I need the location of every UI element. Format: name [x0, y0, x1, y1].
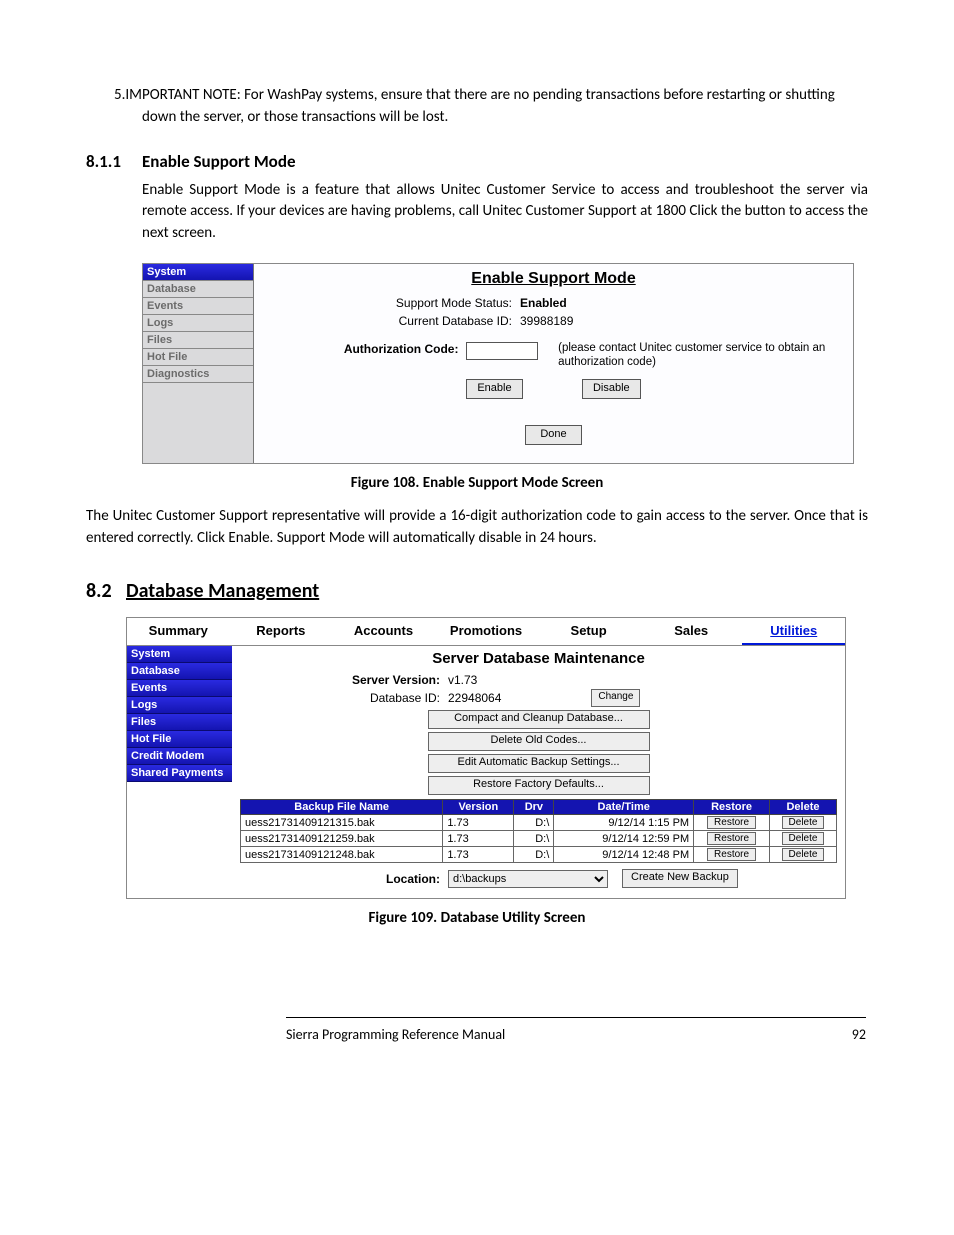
- delete-button[interactable]: Delete: [782, 816, 825, 829]
- cell-filename: uess21731409121248.bak: [241, 847, 443, 863]
- cell-version: 1.73: [443, 847, 514, 863]
- cell-drv: D:\: [514, 847, 554, 863]
- change-button[interactable]: Change: [591, 689, 640, 707]
- col-filename: Backup File Name: [241, 800, 443, 815]
- figure-109-caption: Figure 109. Database Utility Screen: [86, 909, 868, 927]
- database-id-label: Database ID:: [240, 691, 448, 705]
- delete-button[interactable]: Delete: [782, 832, 825, 845]
- tab-sales[interactable]: Sales: [640, 618, 743, 645]
- auth-code-input[interactable]: [466, 342, 538, 360]
- sidebar-item-diagnostics[interactable]: Diagnostics: [143, 366, 253, 383]
- location-select[interactable]: d:\backups: [448, 870, 608, 888]
- fig108-main: Enable Support Mode Support Mode Status:…: [254, 264, 853, 463]
- button-row: Enable Disable: [264, 379, 843, 399]
- location-row: Location: d:\backups Create New Backup: [240, 869, 837, 888]
- server-version-label: Server Version:: [240, 673, 448, 687]
- sidebar-item-system[interactable]: System: [143, 264, 253, 281]
- sidebar-item-logs[interactable]: Logs: [143, 315, 253, 332]
- tab-promotions[interactable]: Promotions: [435, 618, 538, 645]
- compact-button[interactable]: Compact and Cleanup Database...: [428, 710, 650, 729]
- sidebar-item-creditmodem[interactable]: Credit Modem: [127, 748, 232, 765]
- cell-datetime: 9/12/14 12:59 PM: [554, 831, 694, 847]
- sidebar-item-files[interactable]: Files: [143, 332, 253, 349]
- figure-109-screen: Summary Reports Accounts Promotions Setu…: [126, 617, 846, 899]
- restore-button[interactable]: Restore: [707, 816, 756, 829]
- col-version: Version: [443, 800, 514, 815]
- col-restore: Restore: [694, 800, 770, 815]
- col-delete: Delete: [769, 800, 836, 815]
- paragraph-after-108: The Unitec Customer Support representati…: [86, 506, 868, 550]
- footer-page: 92: [852, 1026, 866, 1043]
- page-footer: Sierra Programming Reference Manual 92: [286, 1017, 866, 1043]
- sidebar-item-system[interactable]: System: [127, 646, 232, 663]
- table-row: uess21731409121259.bak 1.73 D:\ 9/12/14 …: [241, 831, 837, 847]
- fig108-title: Enable Support Mode: [264, 270, 843, 288]
- restore-button[interactable]: Restore: [707, 832, 756, 845]
- sidebar-item-database[interactable]: Database: [127, 663, 232, 680]
- col-drv: Drv: [514, 800, 554, 815]
- fig108-sidebar: System Database Events Logs Files Hot Fi…: [143, 264, 254, 463]
- sidebar-item-events[interactable]: Events: [143, 298, 253, 315]
- fig109-title: Server Database Maintenance: [240, 650, 837, 667]
- tab-summary[interactable]: Summary: [127, 618, 230, 645]
- list-text: IMPORTANT NOTE: For WashPay systems, ens…: [125, 86, 834, 126]
- cell-drv: D:\: [514, 815, 554, 831]
- cell-version: 1.73: [443, 831, 514, 847]
- paragraph-811: Enable Support Mode is a feature that al…: [142, 180, 868, 245]
- cell-filename: uess21731409121315.bak: [241, 815, 443, 831]
- create-backup-button[interactable]: Create New Backup: [622, 869, 738, 888]
- enable-button[interactable]: Enable: [466, 379, 522, 399]
- table-row: uess21731409121315.bak 1.73 D:\ 9/12/14 …: [241, 815, 837, 831]
- backup-settings-button[interactable]: Edit Automatic Backup Settings...: [428, 754, 650, 773]
- cell-datetime: 9/12/14 12:48 PM: [554, 847, 694, 863]
- table-row: uess21731409121248.bak 1.73 D:\ 9/12/14 …: [241, 847, 837, 863]
- tab-reports[interactable]: Reports: [230, 618, 333, 645]
- backup-table: Backup File Name Version Drv Date/Time R…: [240, 799, 837, 863]
- tab-setup[interactable]: Setup: [537, 618, 640, 645]
- cell-version: 1.73: [443, 815, 514, 831]
- figure-108-caption: Figure 108. Enable Support Mode Screen: [86, 474, 868, 492]
- delete-button[interactable]: Delete: [782, 848, 825, 861]
- cell-drv: D:\: [514, 831, 554, 847]
- auth-note: (please contact Unitec customer service …: [558, 342, 843, 370]
- cell-filename: uess21731409121259.bak: [241, 831, 443, 847]
- fig109-tabs: Summary Reports Accounts Promotions Setu…: [127, 618, 845, 646]
- sidebar-item-database[interactable]: Database: [143, 281, 253, 298]
- db-label: Current Database ID:: [264, 314, 520, 328]
- database-id-value: 22948064: [448, 691, 501, 705]
- auth-label: Authorization Code:: [264, 342, 466, 356]
- status-label: Support Mode Status:: [264, 296, 520, 310]
- heading-82: 8.2Database Management: [86, 579, 868, 603]
- tab-accounts[interactable]: Accounts: [332, 618, 435, 645]
- cell-datetime: 9/12/14 1:15 PM: [554, 815, 694, 831]
- tab-utilities[interactable]: Utilities: [742, 618, 845, 645]
- heading-811: 8.1.1Enable Support Mode: [86, 151, 868, 172]
- restore-button[interactable]: Restore: [707, 848, 756, 861]
- delete-codes-button[interactable]: Delete Old Codes...: [428, 732, 650, 751]
- list-number: 5.: [114, 86, 125, 104]
- sidebar-item-events[interactable]: Events: [127, 680, 232, 697]
- location-label: Location:: [240, 872, 448, 886]
- restore-defaults-button[interactable]: Restore Factory Defaults...: [428, 776, 650, 795]
- fig109-main: Server Database Maintenance Server Versi…: [232, 646, 845, 898]
- heading-82-title: Database Management: [126, 579, 319, 603]
- fig109-sidebar: System Database Events Logs Files Hot Fi…: [127, 646, 232, 898]
- col-datetime: Date/Time: [554, 800, 694, 815]
- server-version-value: v1.73: [448, 673, 477, 687]
- heading-title: Enable Support Mode: [142, 151, 296, 172]
- disable-button[interactable]: Disable: [582, 379, 641, 399]
- sidebar-item-logs[interactable]: Logs: [127, 697, 232, 714]
- footer-title: Sierra Programming Reference Manual: [286, 1026, 505, 1043]
- status-value: Enabled: [520, 296, 567, 310]
- list-item-5: 5.IMPORTANT NOTE: For WashPay systems, e…: [86, 85, 868, 129]
- sidebar-item-hotfile[interactable]: Hot File: [143, 349, 253, 366]
- heading-number: 8.1.1: [86, 151, 142, 172]
- sidebar-item-hotfile[interactable]: Hot File: [127, 731, 232, 748]
- done-button[interactable]: Done: [525, 425, 581, 445]
- sidebar-item-files[interactable]: Files: [127, 714, 232, 731]
- db-value: 39988189: [520, 314, 573, 328]
- figure-108-screen: System Database Events Logs Files Hot Fi…: [142, 263, 854, 464]
- heading-82-number: 8.2: [86, 579, 126, 603]
- sidebar-item-sharedpayments[interactable]: Shared Payments: [127, 765, 232, 782]
